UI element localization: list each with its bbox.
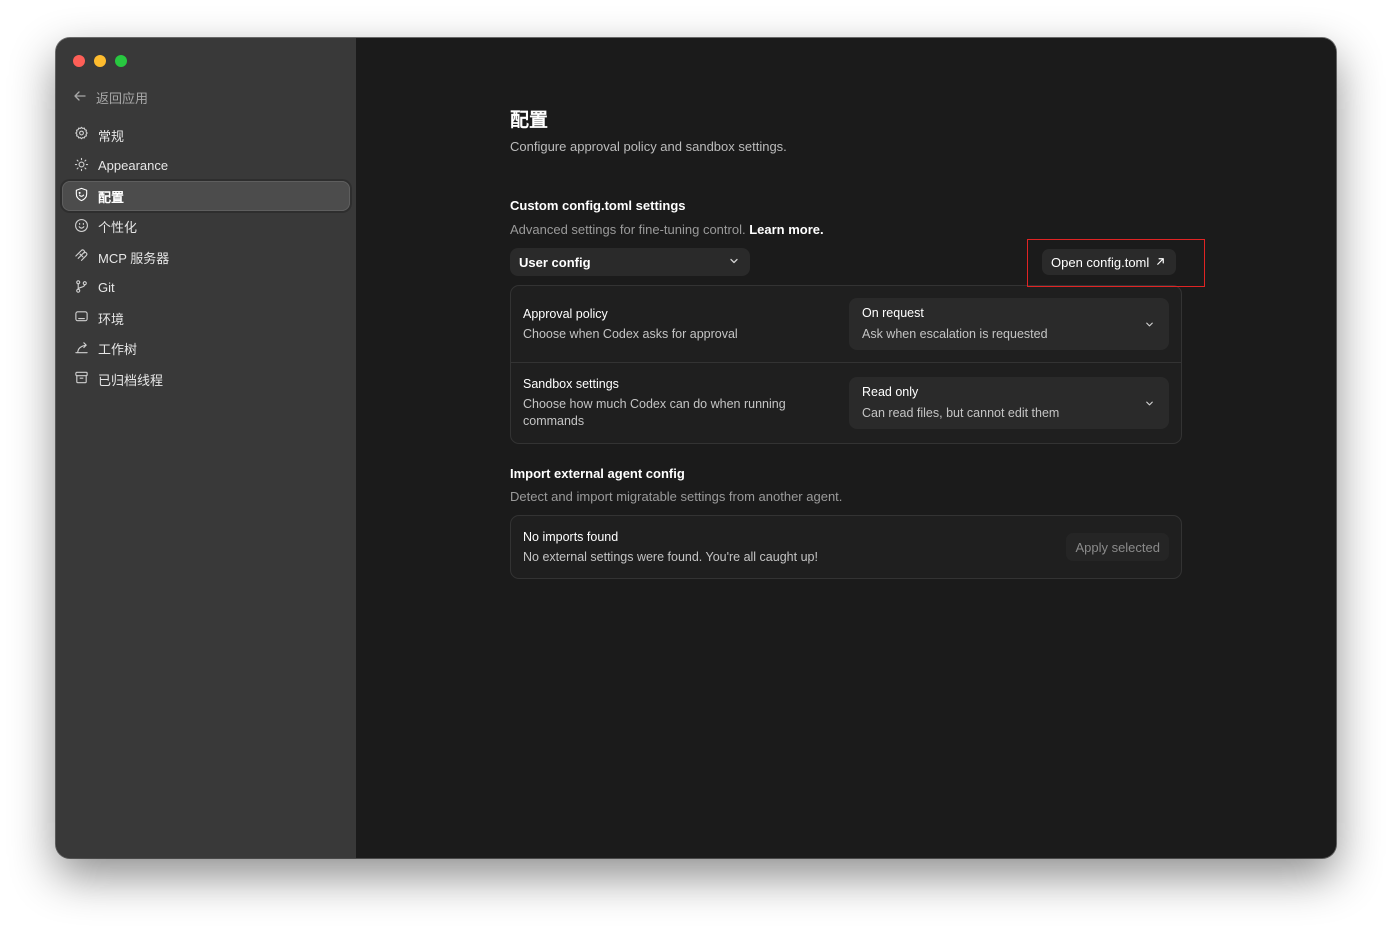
custom-config-desc: Advanced settings for fine-tuning contro… [510,222,824,237]
git-branch-icon [74,279,89,297]
shield-icon [74,187,89,205]
main-panel: 配置 Configure approval policy and sandbox… [356,38,1336,858]
sandbox-settings-row: Sandbox settings Choose how much Codex c… [511,362,1181,443]
app-window: 返回应用 常规 Appearance 配置 个性化 MCP 服务器 Git 环境… [56,38,1336,858]
open-config-toml-button[interactable]: Open config.toml [1042,249,1177,275]
learn-more-link[interactable]: Learn more. [749,222,823,237]
sidebar-item-label: 已归档线程 [98,372,164,388]
sandbox-settings-desc: Choose how much Codex can do when runnin… [523,397,786,428]
chevron-down-icon [1146,322,1153,327]
sidebar-item-label: 环境 [98,311,125,327]
approval-policy-value: On request [862,306,924,320]
mcp-icon [74,248,89,266]
sandbox-settings-dropdown[interactable]: Read only Can read files, but cannot edi… [849,377,1169,429]
approval-policy-desc: Choose when Codex asks for approval [523,327,738,341]
approval-policy-dropdown[interactable]: On request Ask when escalation is reques… [849,298,1169,350]
sidebar-item-label: 配置 [98,189,125,205]
page-title: 配置 [510,110,549,131]
back-to-app-button[interactable]: 返回应用 [72,88,148,107]
chevron-down-icon [728,255,740,270]
sidebar-item-label: Appearance [98,158,169,173]
import-config-desc: Detect and import migratable settings fr… [510,489,843,504]
smile-icon [74,218,89,236]
close-window-button[interactable] [73,55,85,67]
config-scope-select[interactable]: User config [510,248,750,276]
minimize-window-button[interactable] [94,55,106,67]
sidebar-item-archived-threads[interactable]: 已归档线程 [62,364,350,394]
archive-icon [74,370,89,388]
config-scope-value: User config [519,254,591,270]
sidebar-item-appearance[interactable]: Appearance [62,151,350,181]
window-controls [73,55,127,67]
sidebar-item-label: 常规 [98,128,125,144]
approval-policy-title: Approval policy [523,307,608,321]
sidebar-item-git[interactable]: Git [62,273,350,303]
settings-nav: 常规 Appearance 配置 个性化 MCP 服务器 Git 环境 工作树 … [62,120,350,395]
sidebar-item-label: 工作树 [98,342,138,357]
monitor-icon [74,309,89,327]
sandbox-settings-value: Read only [862,385,919,399]
worktree-icon [74,340,89,358]
approval-policy-row: Approval policy Choose when Codex asks f… [511,286,1181,362]
custom-config-desc-text: Advanced settings for fine-tuning contro… [510,222,746,237]
zoom-window-button[interactable] [115,55,127,67]
import-status-card: No imports found No external settings we… [510,515,1182,579]
sidebar-item-label: Git [98,280,115,295]
sidebar-item-environment[interactable]: 环境 [62,303,350,333]
import-status-title: No imports found [523,530,619,544]
sandbox-settings-title: Sandbox settings [523,377,619,391]
chevron-down-icon [1146,401,1153,406]
import-config-title: Import external agent config [510,466,685,481]
sidebar-item-label: 个性化 [98,220,138,235]
arrow-left-icon [72,88,88,107]
open-config-label: Open config.toml [1051,254,1150,270]
sidebar-item-config[interactable]: 配置 [62,181,350,211]
sidebar-item-personalization[interactable]: 个性化 [62,212,350,242]
apply-selected-button[interactable]: Apply selected [1066,533,1169,561]
custom-config-title: Custom config.toml settings [510,198,686,213]
sandbox-settings-value-desc: Can read files, but cannot edit them [862,406,1060,420]
approval-policy-value-desc: Ask when escalation is requested [862,327,1048,341]
sun-icon [74,157,89,175]
sidebar-item-mcp-servers[interactable]: MCP 服务器 [62,242,350,272]
sidebar: 返回应用 常规 Appearance 配置 个性化 MCP 服务器 Git 环境… [56,38,356,858]
sidebar-item-worktrees[interactable]: 工作树 [62,334,350,364]
back-label: 返回应用 [96,91,149,106]
page-subtitle: Configure approval policy and sandbox se… [510,139,787,154]
sidebar-item-general[interactable]: 常规 [62,120,350,150]
external-link-icon [1155,255,1166,270]
import-status-desc: No external settings were found. You're … [523,550,818,564]
gear-icon [74,126,89,144]
sidebar-item-label: MCP 服务器 [98,250,170,266]
config-settings-card: Approval policy Choose when Codex asks f… [510,285,1182,444]
